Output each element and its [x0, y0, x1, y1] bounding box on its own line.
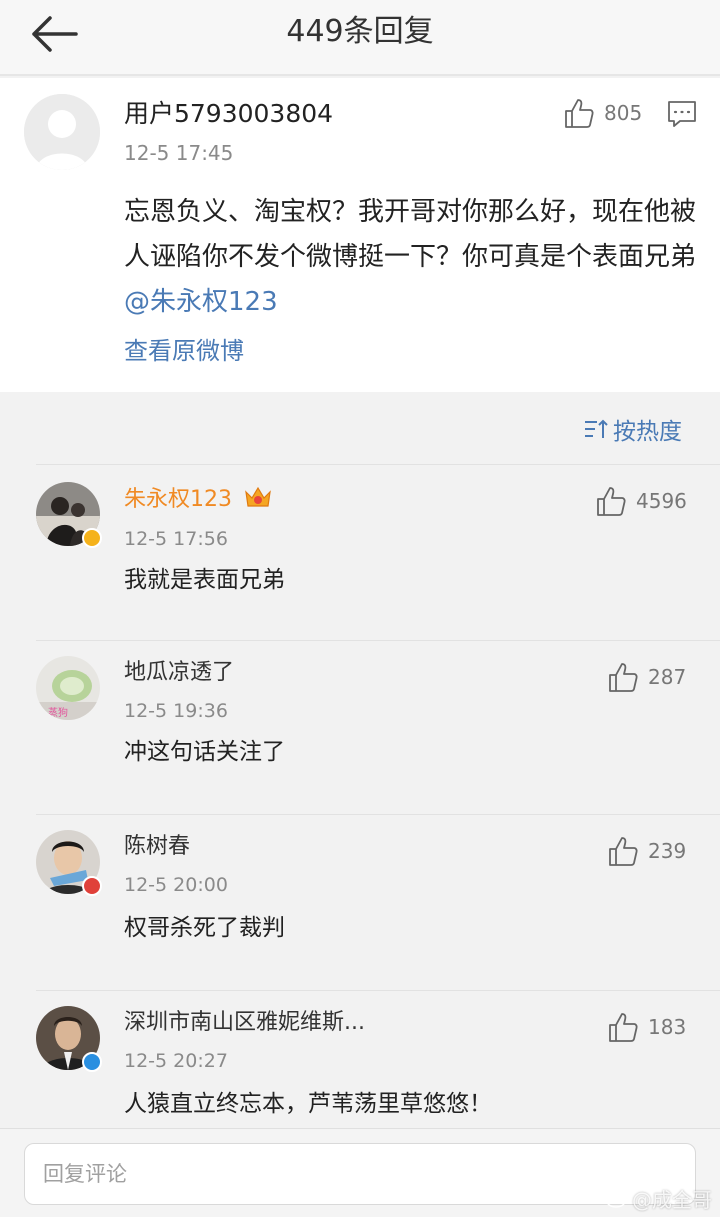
comment-button[interactable] — [666, 98, 698, 130]
reply-item: 朱永权123 12-5 17:56 4596 我就是表面兄弟 — [0, 464, 720, 640]
vip-crown-icon — [245, 486, 271, 507]
reply-username[interactable]: 地瓜凉透了 — [124, 658, 234, 688]
reply-time: 12-5 20:00 — [124, 874, 228, 896]
verified-badge — [82, 876, 102, 896]
reply-time: 12-5 19:36 — [124, 700, 228, 722]
reply-username-text: 朱永权123 — [124, 487, 232, 512]
watermark-text: @成全哥 — [632, 1188, 712, 1212]
reply-comment-input[interactable] — [24, 1143, 696, 1205]
like-count: 183 — [648, 1015, 687, 1039]
reply-text: 冲这句话关注了 — [124, 739, 285, 765]
watermark: @成全哥 — [606, 1184, 712, 1213]
reply-username[interactable]: 深圳市南山区雅妮维斯... — [124, 1008, 365, 1038]
reply-time: 12-5 20:27 — [124, 1050, 228, 1072]
reply-time: 12-5 17:56 — [124, 528, 228, 550]
avatar-caption: 蒸狗 — [48, 706, 68, 719]
reply-username[interactable]: 陈树春 — [124, 832, 190, 862]
reply-username[interactable]: 朱永权123 — [124, 484, 273, 515]
mention-link[interactable]: @朱永权123 — [124, 287, 278, 317]
like-button[interactable]: 4596 — [594, 484, 687, 518]
user-photo-avatar: 蒸狗 — [36, 656, 100, 720]
view-original-link[interactable]: 查看原微博 — [124, 334, 244, 368]
original-comment: 用户5793003804 12-5 17:45 805 忘恩负义、淘宝权？我开哥… — [0, 78, 720, 392]
divider — [36, 814, 720, 815]
sort-label: 按热度 — [613, 419, 682, 445]
reply-item: 深圳市南山区雅妮维斯... 12-5 20:27 183 人猿直立终忘本，芦苇荡… — [0, 990, 720, 1128]
avatar[interactable]: 蒸狗 — [36, 656, 100, 720]
like-count: 4596 — [636, 489, 687, 513]
comment-text: 忘恩负义、淘宝权？我开哥对你那么好，现在他被人诬陷你不发个微博挺一下？你可真是个… — [124, 197, 697, 272]
reply-text: 权哥杀死了裁判 — [124, 915, 285, 941]
like-button[interactable]: 183 — [606, 1010, 686, 1044]
sort-by-hot-button[interactable]: 按热度 — [583, 412, 682, 446]
sort-bar: 按热度 — [0, 392, 720, 464]
like-count: 805 — [604, 101, 643, 125]
comment-time: 12-5 17:45 — [124, 141, 234, 165]
thumbs-up-icon — [609, 663, 638, 692]
verified-badge — [82, 528, 102, 548]
reply-item: 蒸狗 地瓜凉透了 12-5 19:36 287 冲这句话关注了 — [0, 640, 720, 814]
comment-bubble-icon — [668, 101, 696, 127]
reply-text: 人猿直立终忘本，芦苇荡里草悠悠！ — [124, 1091, 492, 1117]
comment-username[interactable]: 用户5793003804 — [124, 98, 333, 130]
page-title: 449条回复 — [286, 14, 434, 49]
like-button[interactable]: 239 — [606, 834, 686, 868]
default-avatar-icon — [24, 94, 100, 170]
comment-content: 忘恩负义、淘宝权？我开哥对你那么好，现在他被人诬陷你不发个微博挺一下？你可真是个… — [124, 190, 699, 325]
divider — [36, 990, 720, 991]
divider — [36, 464, 720, 465]
reply-text: 我就是表面兄弟 — [124, 567, 285, 593]
weibo-logo-icon — [606, 1191, 627, 1208]
thumbs-up-icon — [597, 487, 626, 516]
thumbs-up-icon — [609, 1013, 638, 1042]
like-button[interactable]: 287 — [606, 660, 686, 694]
like-count: 239 — [648, 839, 687, 863]
like-count: 287 — [648, 665, 687, 689]
divider — [36, 640, 720, 641]
verified-badge — [82, 1052, 102, 1072]
sort-icon — [585, 419, 608, 438]
thumbs-up-icon — [609, 837, 638, 866]
thumbs-up-icon — [565, 99, 594, 128]
top-bar: 449条回复 — [0, 0, 720, 76]
like-button[interactable]: 805 — [562, 96, 642, 130]
reply-item: 陈树春 12-5 20:00 239 权哥杀死了裁判 — [0, 814, 720, 990]
avatar[interactable] — [24, 94, 100, 170]
